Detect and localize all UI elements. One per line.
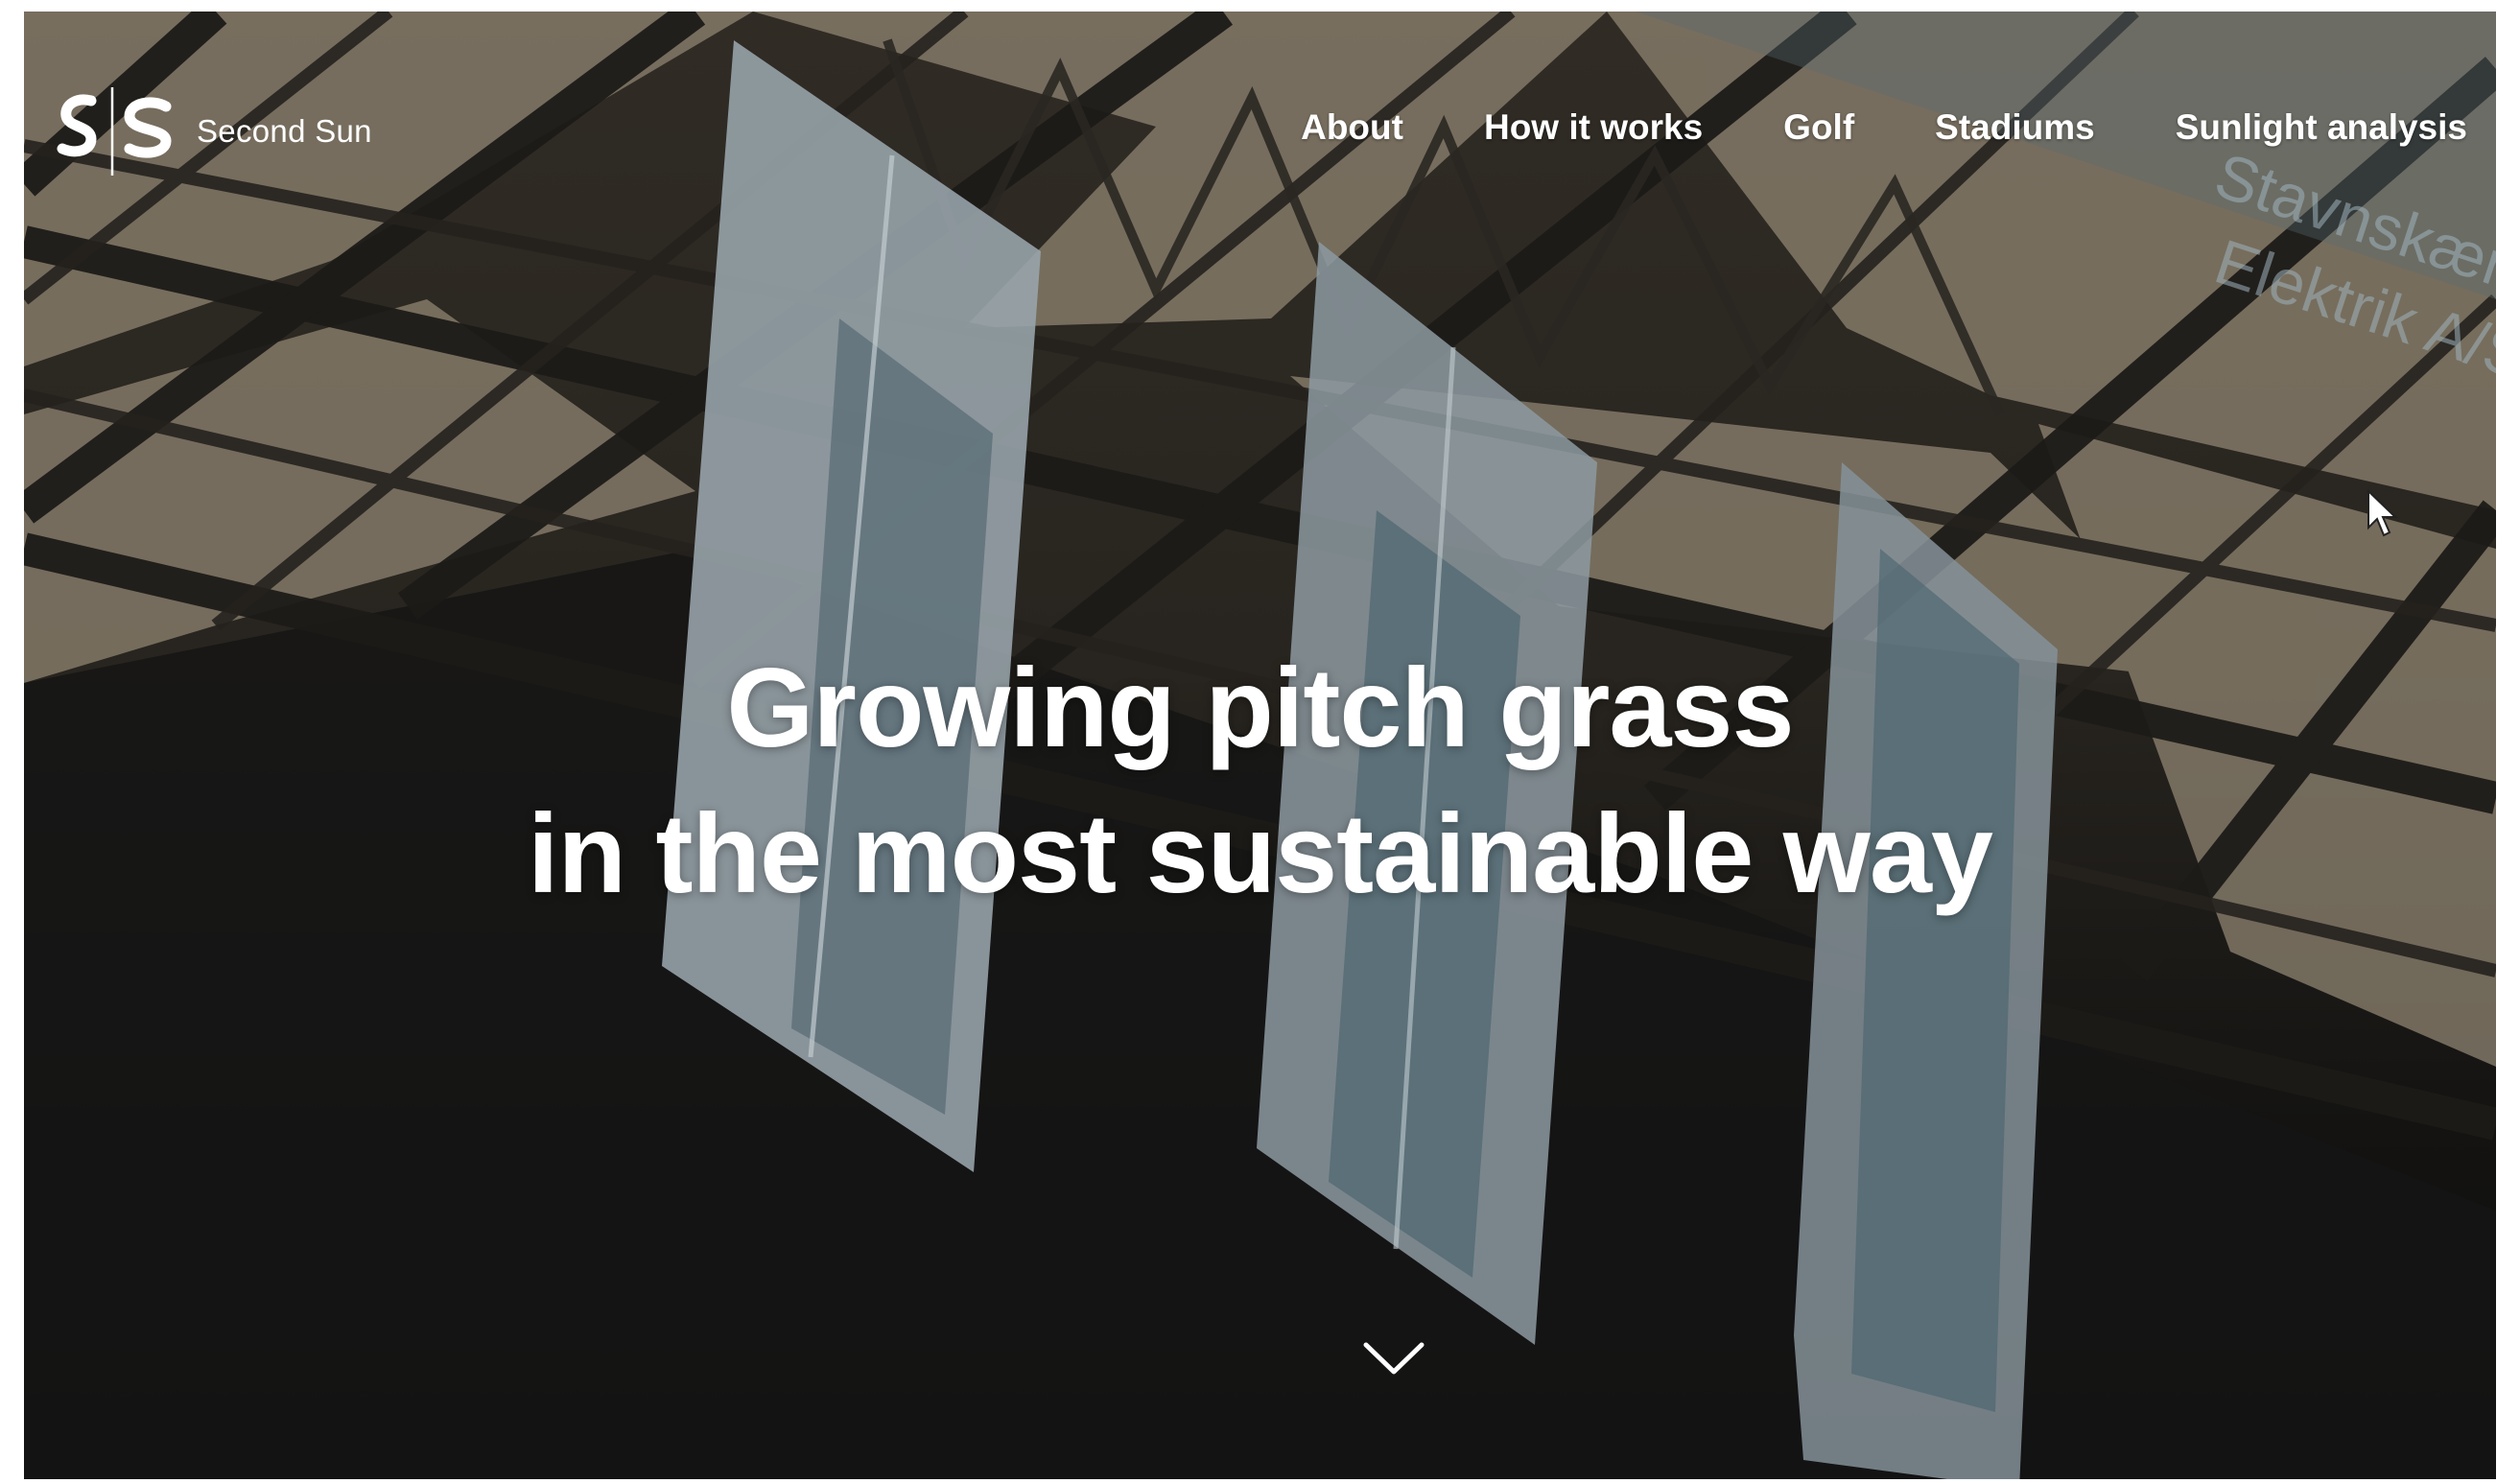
nav-item-golf[interactable]: Golf bbox=[1783, 107, 1854, 148]
hero-section: Stavnskær Elektrik A/S Second Sun About … bbox=[24, 12, 2496, 1479]
ss-monogram-logo-icon bbox=[57, 87, 172, 176]
nav-item-sunlight-analysis[interactable]: Sunlight analysis bbox=[2176, 107, 2467, 148]
nav-item-stadiums[interactable]: Stadiums bbox=[1935, 107, 2095, 148]
nav-item-about[interactable]: About bbox=[1301, 107, 1403, 148]
chevron-down-icon[interactable] bbox=[1360, 1333, 1427, 1381]
nav-item-how-it-works[interactable]: How it works bbox=[1484, 107, 1703, 148]
hero-headline: Growing pitch grass in the most sustaina… bbox=[24, 635, 2496, 927]
headline-line-1: Growing pitch grass bbox=[726, 645, 1794, 770]
mouse-cursor-icon bbox=[2367, 489, 2398, 537]
main-navigation: About How it works Golf Stadiums Sunligh… bbox=[1301, 107, 2467, 148]
brand-name: Second Sun bbox=[197, 113, 372, 149]
headline-line-2: in the most sustainable way bbox=[528, 790, 1993, 916]
brand-logo[interactable]: Second Sun bbox=[53, 83, 372, 179]
